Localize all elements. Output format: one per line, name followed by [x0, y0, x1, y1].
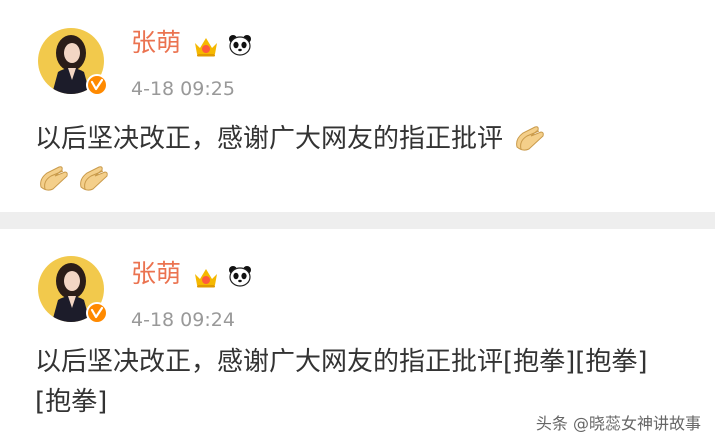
weibo-post: 张萌 4-18 09:25 以后坚决改正，感谢广大网友的指正批评	[0, 0, 715, 212]
avatar[interactable]	[38, 28, 108, 96]
verified-badge-icon	[86, 74, 108, 96]
avatar[interactable]	[38, 256, 108, 324]
clapping-hands-icon	[40, 166, 68, 191]
crown-icon[interactable]	[192, 265, 220, 289]
post-text-body: 以后坚决改正，感谢广大网友的指正批评	[35, 124, 504, 154]
verified-badge-icon	[86, 302, 108, 324]
post-timestamp[interactable]: 4-18 09:25	[131, 78, 235, 100]
clapping-hands-icon	[516, 126, 545, 151]
crown-icon[interactable]	[192, 34, 220, 58]
source-watermark: 头条 @晓蕊女神讲故事	[535, 414, 701, 433]
screenshot: 张萌 4-18 09:25 以后坚决改正，感谢广大网友的指正批评 张萌 4-18…	[0, 0, 715, 446]
clapping-hands-icon	[80, 166, 108, 191]
post-timestamp[interactable]: 4-18 09:24	[131, 309, 235, 331]
panda-icon[interactable]	[227, 264, 253, 288]
post-text-body: 以后坚决改正，感谢广大网友的指正批评[抱拳][抱拳][抱拳]	[35, 347, 648, 417]
post-text: 以后坚决改正，感谢广大网友的指正批评	[35, 119, 675, 199]
username[interactable]: 张萌	[131, 259, 181, 289]
panda-icon[interactable]	[227, 33, 253, 57]
post-separator	[0, 212, 715, 229]
username[interactable]: 张萌	[131, 28, 181, 58]
